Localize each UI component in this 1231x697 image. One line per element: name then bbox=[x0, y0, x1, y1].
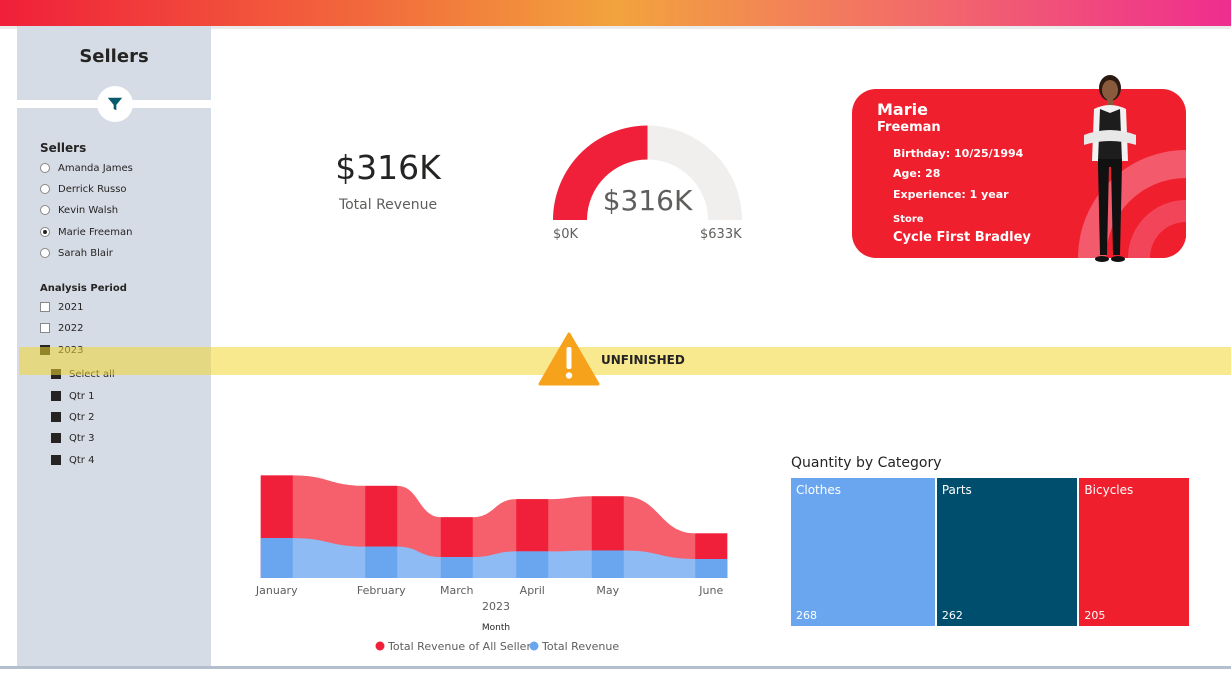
treemap-cell-label: Bicycles bbox=[1084, 483, 1134, 497]
seller-birthday: Birthday: 10/25/1994 bbox=[893, 147, 1024, 160]
seller-option-derrick-russo[interactable]: Derrick Russo bbox=[40, 181, 127, 197]
year-option-2021[interactable]: 2021 bbox=[40, 299, 83, 315]
page-bottom-border bbox=[0, 666, 1231, 669]
seller-option-label: Marie Freeman bbox=[58, 226, 133, 238]
checkbox[interactable] bbox=[40, 302, 50, 312]
legend-label-all-sellers: Total Revenue of All Sellers bbox=[387, 640, 537, 653]
seller-option-amanda-james[interactable]: Amanda James bbox=[40, 160, 133, 176]
seller-option-label: Kevin Walsh bbox=[58, 204, 119, 216]
treemap-cell-label: Parts bbox=[941, 483, 972, 497]
checkbox-checked[interactable] bbox=[51, 391, 61, 401]
x-tick-label-june: June bbox=[698, 584, 723, 597]
legend-label-total-revenue: Total Revenue bbox=[541, 640, 619, 653]
legend-swatch-total-revenue bbox=[529, 641, 539, 651]
seller-option-label: Sarah Blair bbox=[58, 247, 113, 259]
top-gradient-bar bbox=[0, 0, 1231, 26]
x-tick-label-may: May bbox=[596, 584, 619, 597]
area-total-revenue-point-february[interactable] bbox=[365, 546, 398, 578]
quarter-label: Qtr 1 bbox=[69, 390, 95, 402]
quarter-option-qtr-1[interactable]: Qtr 1 bbox=[51, 388, 94, 404]
seller-option-marie-freeman[interactable]: Marie Freeman bbox=[40, 224, 132, 240]
total-revenue-label: Total Revenue bbox=[338, 197, 438, 213]
radio-button[interactable] bbox=[40, 163, 50, 173]
warning-text: UNFINISHED bbox=[601, 353, 685, 367]
quarter-option-qtr-4[interactable]: Qtr 4 bbox=[51, 452, 94, 468]
checkbox-checked[interactable] bbox=[51, 455, 61, 465]
seller-option-sarah-blair[interactable]: Sarah Blair bbox=[40, 245, 113, 261]
x-axis-year-label: 2023 bbox=[482, 600, 510, 613]
seller-experience: Experience: 1 year bbox=[893, 188, 1009, 201]
gauge-max-label: $633K bbox=[700, 227, 742, 242]
treemap-cell-bicycles[interactable]: Bicycles 205 bbox=[1079, 478, 1189, 626]
quarter-label: Qtr 2 bbox=[69, 411, 95, 423]
seller-first-name: Marie bbox=[877, 100, 928, 119]
filter-icon bbox=[107, 97, 123, 111]
x-axis-title: Month bbox=[482, 623, 510, 633]
year-label: 2022 bbox=[58, 322, 84, 334]
x-tick-label-january: January bbox=[255, 584, 298, 597]
radio-button[interactable] bbox=[40, 205, 50, 215]
total-revenue-value: $316K bbox=[335, 148, 441, 187]
gauge-min-label: $0K bbox=[553, 227, 579, 242]
treemap-cell-clothes[interactable]: Clothes 268 bbox=[791, 478, 935, 626]
legend-swatch-all-sellers bbox=[375, 641, 385, 651]
analysis-period-label: Analysis Period bbox=[40, 283, 127, 294]
checkbox-checked[interactable] bbox=[51, 433, 61, 443]
seller-photo bbox=[1084, 75, 1136, 262]
year-label: 2021 bbox=[58, 301, 84, 313]
x-tick-label-march: March bbox=[440, 584, 474, 597]
treemap-cell-value: 205 bbox=[1084, 609, 1106, 622]
quarter-label: Qtr 3 bbox=[69, 432, 95, 444]
seller-option-kevin-walsh[interactable]: Kevin Walsh bbox=[40, 202, 118, 218]
sidebar-title: Sellers bbox=[79, 46, 149, 67]
checkbox-checked[interactable] bbox=[51, 412, 61, 422]
area-total-revenue-point-march[interactable] bbox=[440, 557, 473, 578]
treemap-cell-value: 268 bbox=[796, 609, 817, 622]
treemap-cell-parts[interactable]: Parts 262 bbox=[936, 478, 1078, 626]
filter-button[interactable] bbox=[97, 86, 133, 122]
seller-option-label: Amanda James bbox=[58, 162, 133, 174]
treemap-cell-label: Clothes bbox=[796, 483, 841, 497]
x-tick-label-april: April bbox=[520, 584, 545, 597]
quarter-option-qtr-3[interactable]: Qtr 3 bbox=[51, 430, 94, 446]
area-total-revenue-point-may[interactable] bbox=[591, 550, 624, 578]
area-total-revenue-point-april[interactable] bbox=[516, 551, 549, 578]
revenue-area-chart[interactable]: January February March April May June 2023 Mo… bbox=[240, 460, 760, 660]
seller-age: Age: 28 bbox=[893, 167, 941, 180]
store-label: Store bbox=[893, 214, 924, 225]
radio-button-selected[interactable] bbox=[40, 227, 50, 237]
seller-option-label: Derrick Russo bbox=[58, 183, 127, 195]
warning-icon bbox=[538, 332, 600, 386]
year-option-2022[interactable]: 2022 bbox=[40, 320, 83, 336]
treemap-title: Quantity by Category bbox=[791, 455, 942, 471]
quarter-option-qtr-2[interactable]: Qtr 2 bbox=[51, 409, 94, 425]
treemap-cell-value: 262 bbox=[941, 609, 963, 622]
area-total-revenue-point-january[interactable] bbox=[260, 538, 293, 578]
area-total-revenue-point-june[interactable] bbox=[695, 559, 728, 578]
radio-button[interactable] bbox=[40, 184, 50, 194]
sellers-group-label: Sellers bbox=[40, 141, 87, 155]
x-tick-label-february: February bbox=[357, 584, 406, 597]
quarter-label: Qtr 4 bbox=[69, 454, 95, 466]
gauge-value: $316K bbox=[602, 184, 693, 217]
checkbox[interactable] bbox=[40, 323, 50, 333]
radio-button[interactable] bbox=[40, 248, 50, 258]
store-name: Cycle First Bradley bbox=[893, 230, 1031, 245]
seller-last-name: Freeman bbox=[877, 120, 941, 135]
